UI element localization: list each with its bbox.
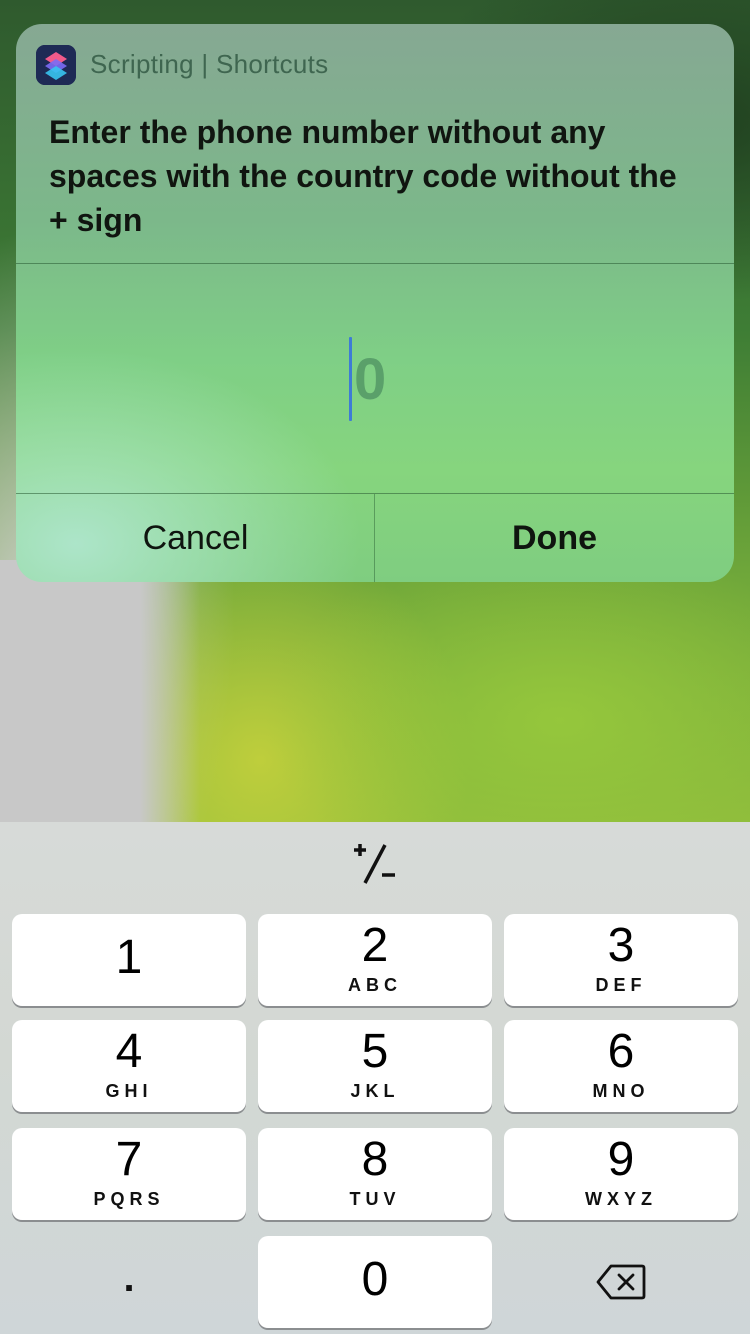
key-6[interactable]: 6 MNO: [504, 1020, 738, 1112]
key-letters: JKL: [350, 1081, 400, 1101]
key-letters: PQRS: [93, 1189, 165, 1209]
plus-minus-key[interactable]: [325, 834, 425, 894]
backspace-icon: [596, 1264, 646, 1300]
shortcuts-app-icon: [36, 45, 76, 85]
key-2[interactable]: 2 ABC: [258, 914, 492, 1006]
key-0[interactable]: 0: [258, 1236, 492, 1328]
key-letters: TUV: [349, 1189, 401, 1209]
cancel-button[interactable]: Cancel: [16, 494, 375, 582]
done-button[interactable]: Done: [375, 494, 734, 582]
key-digit: 9: [607, 1133, 635, 1186]
key-7[interactable]: 7 PQRS: [12, 1128, 246, 1220]
text-cursor: [349, 337, 352, 421]
key-letters: GHI: [105, 1081, 153, 1101]
plus-minus-icon: [354, 844, 395, 884]
key-digit: 8: [361, 1133, 389, 1186]
key-letters: DEF: [595, 975, 647, 995]
input-placeholder: 0: [354, 347, 387, 412]
key-3[interactable]: 3 DEF: [504, 914, 738, 1006]
key-digit: 4: [115, 1025, 143, 1078]
key-digit: 7: [115, 1133, 143, 1186]
key-9[interactable]: 9 WXYZ: [504, 1128, 738, 1220]
numeric-keypad: 1 2 ABC 3 DEF 4 GHI 5 JKL 6 MNO 7 PQRS 8…: [0, 822, 750, 1334]
key-digit: 6: [607, 1025, 635, 1078]
key-digit: 0: [361, 1253, 389, 1306]
key-digit: 3: [607, 919, 635, 972]
wallpaper-gray-area: [0, 560, 200, 822]
key-4[interactable]: 4 GHI: [12, 1020, 246, 1112]
key-digit: 1: [115, 931, 143, 984]
key-letters: ABC: [348, 975, 402, 995]
key-digit: 2: [361, 919, 389, 972]
alert-header: Scripting | Shortcuts Enter the phone nu…: [16, 24, 734, 263]
decimal-key-label: .: [123, 1255, 135, 1300]
key-8[interactable]: 8 TUV: [258, 1128, 492, 1220]
key-letters: WXYZ: [585, 1189, 657, 1209]
app-name-label: Scripting | Shortcuts: [90, 49, 329, 79]
key-letters: MNO: [592, 1081, 650, 1101]
decimal-key[interactable]: .: [12, 1236, 246, 1328]
key-digit: 5: [361, 1025, 389, 1078]
alert-prompt-text: Enter the phone number without any space…: [49, 114, 677, 238]
delete-key[interactable]: [504, 1236, 738, 1328]
phone-number-input[interactable]: 0: [16, 264, 734, 493]
key-5[interactable]: 5 JKL: [258, 1020, 492, 1112]
text-input-alert: Scripting | Shortcuts Enter the phone nu…: [16, 24, 734, 582]
key-1[interactable]: 1: [12, 914, 246, 1006]
